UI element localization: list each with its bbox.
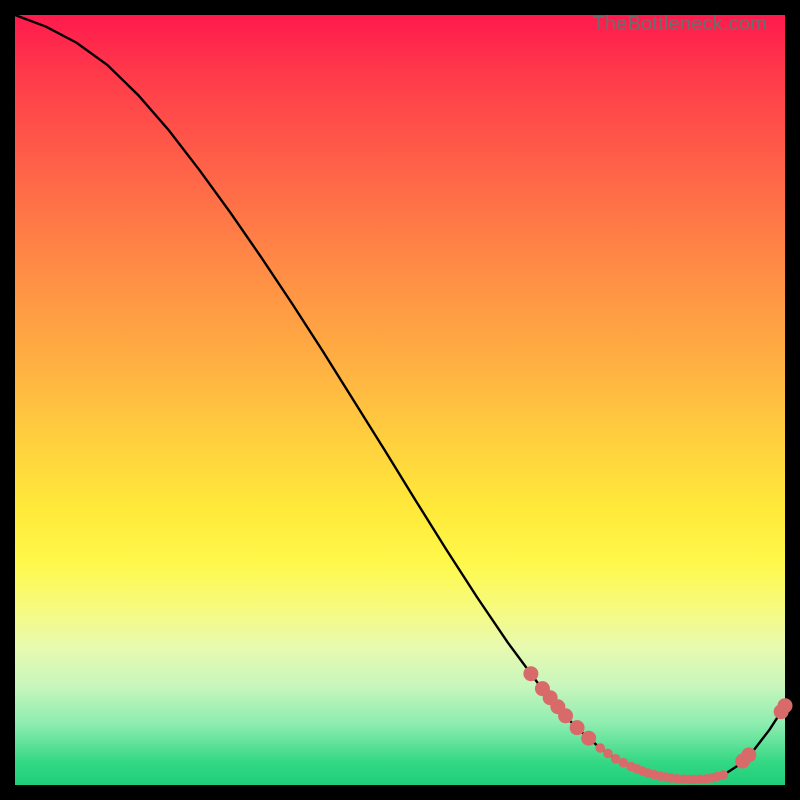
bottleneck-curve — [15, 15, 785, 780]
watermark-text: TheBottleneck.com — [592, 13, 767, 36]
marker-cluster — [523, 666, 792, 784]
data-point — [778, 698, 793, 713]
data-point — [558, 708, 573, 723]
data-point — [719, 770, 729, 780]
data-point — [523, 666, 538, 681]
chart-frame: TheBottleneck.com — [15, 15, 785, 785]
data-point — [741, 747, 756, 762]
chart-svg — [15, 15, 785, 785]
data-point — [581, 731, 596, 746]
data-point — [570, 720, 585, 735]
